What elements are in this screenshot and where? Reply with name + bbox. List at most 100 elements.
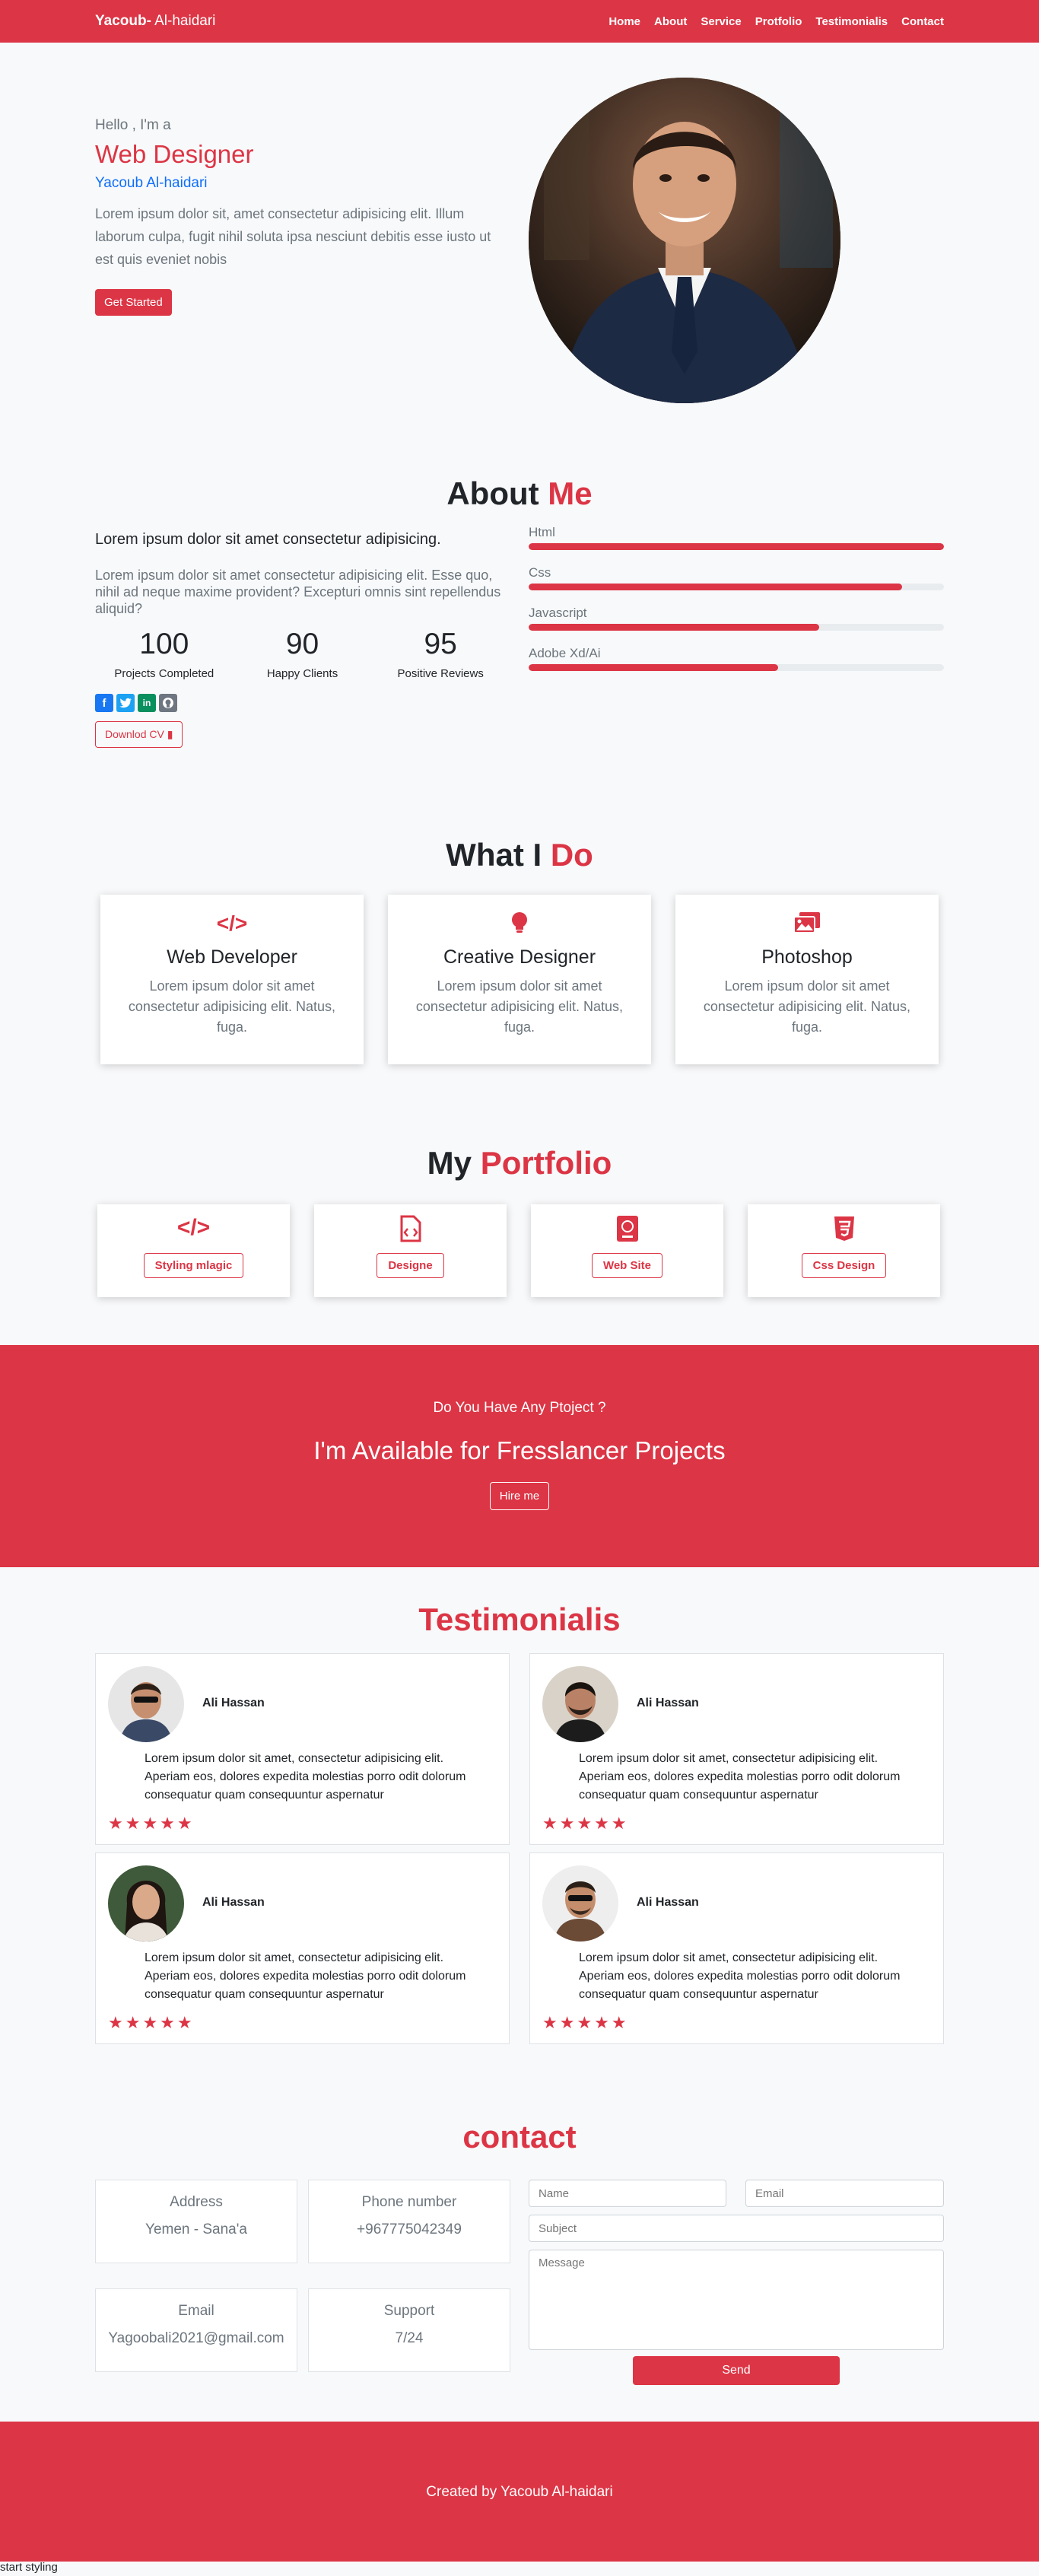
service-title: Creative Designer: [443, 946, 596, 968]
brand-rest: Al-haidari: [151, 13, 216, 29]
hire-me-button[interactable]: Hire me: [489, 1482, 550, 1510]
testimonial-card: Ali Hassan Lorem ipsum dolor sit amet, c…: [529, 1852, 944, 2044]
skill-label: Css: [529, 565, 551, 580]
avatar: [108, 1666, 184, 1742]
testimonial-card: Ali Hassan Lorem ipsum dolor sit amet, c…: [529, 1653, 944, 1845]
nav-link-testimonials[interactable]: Testimonialis: [815, 15, 888, 28]
css3-icon: [748, 1215, 940, 1248]
file-code-icon: [314, 1215, 507, 1248]
testimonial-name: Ali Hassan: [202, 1697, 265, 1709]
portfolio-button-designe[interactable]: Designe: [377, 1253, 444, 1278]
images-icon: [675, 911, 939, 937]
services-title-a: What I: [446, 837, 551, 873]
service-text: Lorem ipsum dolor sit amet consectetur a…: [703, 978, 911, 1035]
stat-projects: 100 Projects Completed: [95, 628, 234, 680]
hero-text: Hello , I'm a Web Designer Yacoub Al-hai…: [95, 117, 510, 316]
support-value: 7/24: [395, 2330, 424, 2346]
stat-number: 95: [424, 628, 457, 660]
hero-role: Web Designer: [95, 140, 254, 168]
services-row: </> Web Developer Lorem ipsum dolor sit …: [100, 895, 939, 1064]
skill-label: Html: [529, 525, 555, 539]
skill-bar: [529, 624, 944, 631]
services-section: What I Do </> Web Developer Lorem ipsum …: [0, 837, 1039, 1064]
testimonial-card: Ali Hassan Lorem ipsum dolor sit amet, c…: [95, 1852, 510, 2044]
hero-description: Lorem ipsum dolor sit, amet consectetur …: [95, 206, 491, 267]
service-card-web-developer: </> Web Developer Lorem ipsum dolor sit …: [100, 895, 364, 1064]
skill-label: Javascript: [529, 606, 587, 620]
portfolio-button-css-design[interactable]: Css Design: [801, 1253, 887, 1278]
phone-title: Phone number: [361, 2194, 457, 2210]
subject-input[interactable]: [529, 2215, 944, 2242]
github-icon[interactable]: [159, 694, 177, 712]
skill-adobe: Adobe Xd/Ai: [529, 646, 944, 671]
testimonial-card: Ali Hassan Lorem ipsum dolor sit amet, c…: [95, 1653, 510, 1845]
nav-link-about[interactable]: About: [654, 15, 687, 28]
nav-link-contact[interactable]: Contact: [901, 15, 944, 28]
skill-bar: [529, 543, 944, 550]
name-input[interactable]: [529, 2180, 726, 2207]
hero-section: Hello , I'm a Web Designer Yacoub Al-hai…: [0, 43, 1039, 438]
skill-html: Html: [529, 525, 944, 550]
email-input[interactable]: [745, 2180, 944, 2207]
testimonial-text: Lorem ipsum dolor sit amet, consectetur …: [579, 1752, 901, 1802]
contact-section: contact Address Yemen - Sana'a Phone num…: [0, 2119, 1039, 2385]
testimonial-text: Lorem ipsum dolor sit amet, consectetur …: [579, 1951, 901, 2001]
testimonials-section: Testimonialis Ali Hassan Lorem ipsum dol…: [0, 1601, 1039, 2044]
download-cv-button[interactable]: Downlod CV ▮: [95, 721, 183, 748]
about-text: Lorem ipsum dolor sit amet consectetur a…: [95, 568, 501, 616]
testimonial-name: Ali Hassan: [202, 1896, 265, 1909]
skill-bar-fill: [529, 543, 944, 550]
testimonial-name: Ali Hassan: [637, 1896, 699, 1909]
navbar: Yacoub- Al-haidari Home About Service Pr…: [0, 0, 1039, 43]
nav-link-home[interactable]: Home: [608, 15, 640, 28]
nav-link-service[interactable]: Service: [701, 15, 741, 28]
stat-label: Projects Completed: [114, 667, 214, 680]
service-title: Web Developer: [167, 946, 297, 968]
pdf-file-icon: ▮: [167, 728, 173, 740]
address-card: Address Yemen - Sana'a: [95, 2180, 297, 2263]
profile-photo: [529, 78, 840, 403]
stat-label: Happy Clients: [266, 667, 338, 680]
download-cv-label: Downlod CV: [105, 728, 164, 740]
about-title-a: About: [446, 475, 548, 511]
code-icon: </>: [216, 911, 248, 935]
service-title: Photoshop: [761, 946, 853, 968]
about-title: About Me: [0, 475, 1039, 512]
nav-link-portfolio[interactable]: Protfolio: [755, 15, 802, 28]
stat-number: 100: [139, 628, 189, 660]
about-title-b: Me: [548, 475, 593, 511]
portfolio-title-b: Portfolio: [480, 1145, 612, 1181]
send-button[interactable]: Send: [633, 2356, 840, 2385]
message-textarea[interactable]: [529, 2250, 944, 2350]
hire-heading: I'm Available for Fresslancer Projects: [313, 1436, 726, 1465]
skills-panel: Html Css Javascript Adobe Xd/Ai: [529, 525, 944, 686]
star-rating: ★★★★★: [108, 2013, 195, 2032]
service-card-creative-designer: Creative Designer Lorem ipsum dolor sit …: [388, 895, 651, 1064]
testimonials-title: Testimonialis: [418, 1601, 621, 1637]
testimonial-text: Lorem ipsum dolor sit amet, consectetur …: [145, 1752, 466, 1802]
services-title: What I Do: [0, 837, 1039, 873]
portfolio-title: My Portfolio: [0, 1145, 1039, 1181]
twitter-icon[interactable]: [116, 694, 135, 712]
skill-bar: [529, 584, 944, 590]
linkedin-icon[interactable]: in: [138, 694, 156, 712]
portfolio-button-website[interactable]: Web Site: [591, 1253, 663, 1278]
services-title-b: Do: [550, 837, 593, 873]
skill-bar-fill: [529, 624, 820, 631]
stats-row: 100 Projects Completed 90 Happy Clients …: [95, 628, 510, 680]
brand-logo[interactable]: Yacoub- Al-haidari: [95, 13, 215, 30]
email-title: Email: [178, 2303, 214, 2319]
footer: Created by Yacoub Al-haidari: [0, 2422, 1039, 2562]
get-started-button[interactable]: Get Started: [95, 289, 172, 316]
service-card-photoshop: Photoshop Lorem ipsum dolor sit amet con…: [675, 895, 939, 1064]
portfolio-card: Css Design: [748, 1204, 940, 1297]
stat-clients: 90 Happy Clients: [234, 628, 372, 680]
about-lead: Lorem ipsum dolor sit amet consectetur a…: [95, 531, 441, 548]
hero-name: Yacoub Al-haidari: [95, 175, 208, 191]
star-rating: ★★★★★: [108, 1814, 195, 1833]
social-links: f in: [95, 694, 510, 712]
support-card: Support 7/24: [308, 2288, 510, 2372]
portfolio-button-styling[interactable]: Styling mlagic: [143, 1253, 244, 1278]
facebook-icon[interactable]: f: [95, 694, 113, 712]
stat-number: 90: [285, 628, 319, 660]
